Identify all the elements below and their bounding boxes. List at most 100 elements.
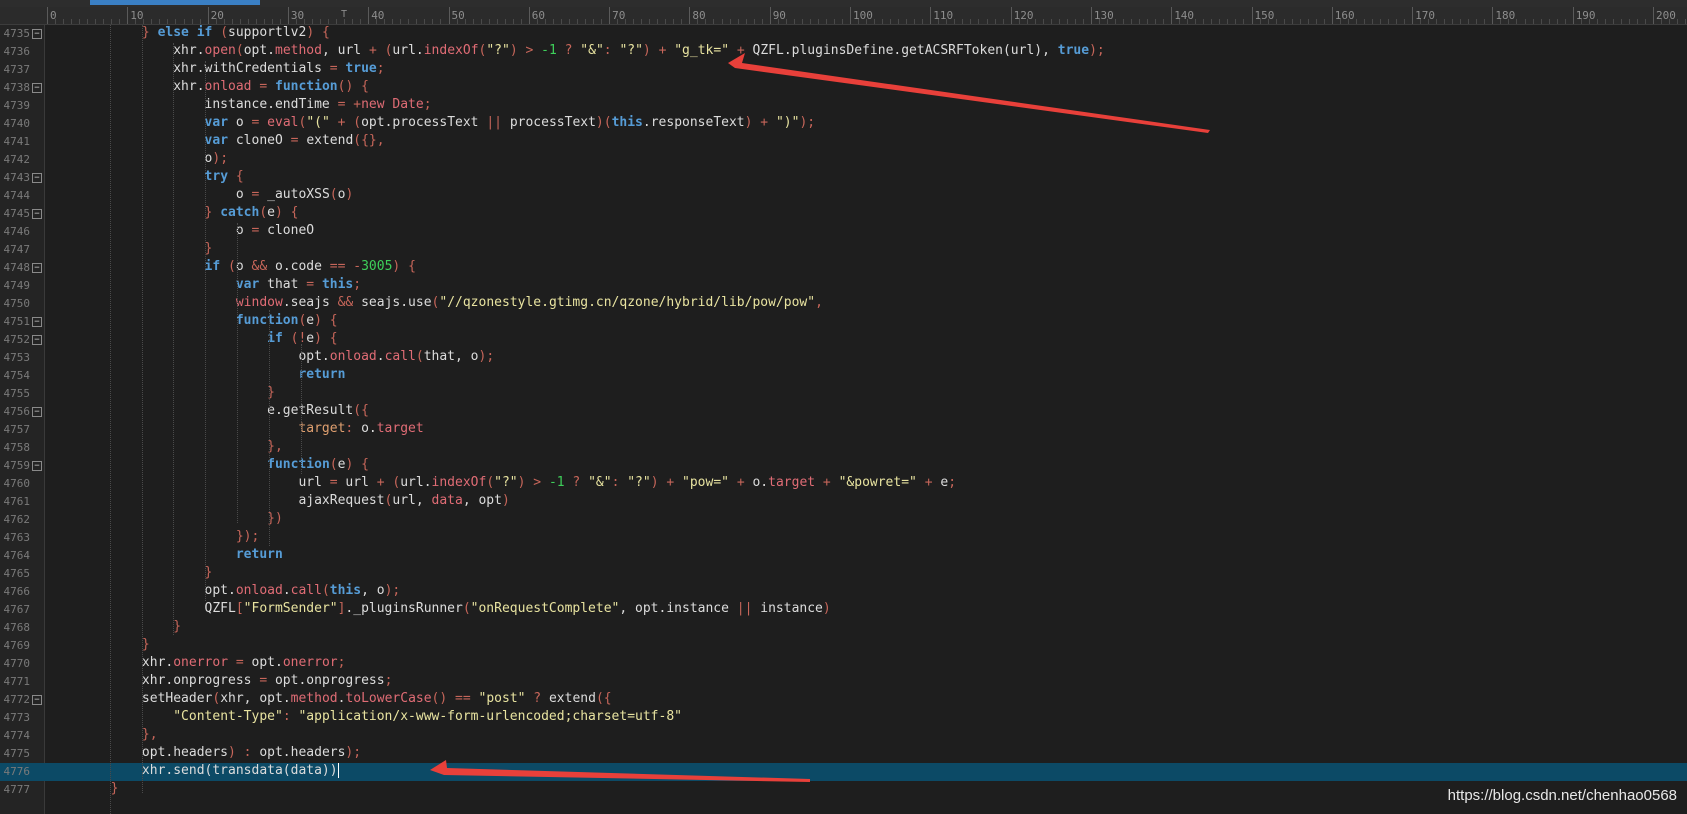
code-token: o (48, 223, 252, 238)
ruler-minor-tick (1147, 19, 1149, 24)
line-number: 4775 (3, 747, 31, 760)
code-line[interactable]: 4760 url = url + (url.indexOf("?") > -1 … (0, 475, 1687, 493)
code-line[interactable]: 4765 } (0, 565, 1687, 583)
code-line[interactable]: 4739 instance.endTime = +new Date; (0, 97, 1687, 115)
code-token: ; (353, 277, 362, 292)
code-line[interactable]: 4759− function(e) { (0, 457, 1687, 475)
code-line[interactable]: 4777 } (0, 781, 1687, 799)
code-line[interactable]: 4750 window.seajs && seajs.use("//qzones… (0, 295, 1687, 313)
line-number: 4749 (3, 279, 31, 292)
active-tab-indicator[interactable] (90, 0, 260, 5)
ruler-minor-tick (1307, 19, 1309, 24)
code-line[interactable]: 4769 } (0, 637, 1687, 655)
ruler-minor-tick (1524, 19, 1526, 24)
fold-toggle-icon[interactable]: − (32, 209, 42, 219)
code-line[interactable]: 4744 o = _autoXSS(o) (0, 187, 1687, 205)
code-line[interactable]: 4770 xhr.onerror = opt.onerror; (0, 655, 1687, 673)
ruler-minor-tick (657, 19, 659, 24)
fold-toggle-icon[interactable]: − (32, 407, 42, 417)
code-line[interactable]: 4757 target: o.target (0, 421, 1687, 439)
code-line[interactable]: 4762 }) (0, 511, 1687, 529)
code-token: indexOf (423, 43, 479, 58)
ruler-minor-tick (1299, 19, 1301, 24)
fold-toggle-icon[interactable]: − (32, 173, 42, 183)
fold-toggle-icon[interactable]: − (32, 695, 42, 705)
ruler-minor-tick (71, 19, 73, 24)
code-line[interactable]: 4772− setHeader(xhr, opt.method.toLowerC… (0, 691, 1687, 709)
code-line[interactable]: 4753 opt.onload.call(that, o); (0, 349, 1687, 367)
code-token: : (611, 475, 628, 490)
code-line[interactable]: 4763 }); (0, 529, 1687, 547)
ruler-minor-tick (1636, 19, 1638, 24)
code-line[interactable]: 4752− if (!e) { (0, 331, 1687, 349)
code-text: xhr.open(opt.method, url + (url.indexOf(… (48, 43, 1105, 58)
code-line[interactable]: 4774 }, (0, 727, 1687, 745)
code-line[interactable]: 4737 xhr.withCredentials = true; (0, 61, 1687, 79)
fold-toggle-icon[interactable]: − (32, 29, 42, 39)
code-line[interactable]: 4746 o = cloneO (0, 223, 1687, 241)
code-line[interactable]: 4764 return (0, 547, 1687, 565)
ruler-minor-tick (1114, 19, 1116, 24)
code-line[interactable]: 4740 var o = eval("(" + (opt.processText… (0, 115, 1687, 133)
fold-toggle-icon[interactable]: − (32, 83, 42, 93)
line-number: 4742 (3, 153, 31, 166)
code-line[interactable]: 4775 opt.headers) : opt.headers); (0, 745, 1687, 763)
code-line[interactable]: 4768 } (0, 619, 1687, 637)
ruler-minor-tick (898, 19, 900, 24)
code-token: = + (337, 97, 362, 112)
ruler-minor-tick (175, 19, 177, 24)
code-line[interactable]: 4771 xhr.onprogress = opt.onprogress; (0, 673, 1687, 691)
ruler-minor-tick (1018, 19, 1020, 24)
ruler-minor-tick (199, 19, 201, 24)
code-text: } (48, 241, 213, 256)
code-token: target (376, 421, 424, 436)
code-line[interactable]: 4747 } (0, 241, 1687, 259)
code-token: ")" (775, 115, 800, 130)
code-token: if (204, 259, 229, 274)
code-token: ( (259, 205, 268, 220)
line-number: 4763 (3, 531, 31, 544)
ruler-minor-tick (103, 19, 105, 24)
code-line[interactable]: 4743− try { (0, 169, 1687, 187)
code-line[interactable]: 4761 ajaxRequest(url, data, opt) (0, 493, 1687, 511)
fold-toggle-icon[interactable]: − (32, 461, 42, 471)
ruler-minor-tick (1661, 19, 1663, 24)
ruler-minor-tick (376, 19, 378, 24)
code-line[interactable]: 4745− } catch(e) { (0, 205, 1687, 223)
code-line[interactable]: 4756− e.getResult({ (0, 403, 1687, 421)
code-line[interactable]: 4754 return (0, 367, 1687, 385)
code-line[interactable]: 4766 opt.onload.call(this, o); (0, 583, 1687, 601)
code-line[interactable]: 4738− xhr.onload = function() { (0, 79, 1687, 97)
code-line[interactable]: 4741 var cloneO = extend({}, (0, 133, 1687, 151)
code-editor[interactable]: 4735− } else if (supportlv2) {4736 xhr.o… (0, 25, 1687, 799)
line-number: 4752 (3, 333, 31, 346)
fold-toggle-icon[interactable]: − (32, 263, 42, 273)
code-text: } (48, 565, 213, 580)
fold-toggle-icon[interactable]: − (32, 335, 42, 345)
code-line[interactable]: 4767 QZFL["FormSender"]._pluginsRunner("… (0, 601, 1687, 619)
code-line[interactable]: 4748− if (o && o.code == -3005) { (0, 259, 1687, 277)
line-number: 4759 (3, 459, 31, 472)
ruler-tick-label: 180 (1492, 7, 1515, 24)
line-number: 4741 (3, 135, 31, 148)
code-line[interactable]: 4736 xhr.open(opt.method, url + (url.ind… (0, 43, 1687, 61)
code-line[interactable]: 4751− function(e) { (0, 313, 1687, 331)
code-line-highlighted[interactable]: 4776 xhr.send(transdata(data)) (0, 763, 1687, 781)
code-line[interactable]: 4749 var that = this; (0, 277, 1687, 295)
ruler-minor-tick (1050, 19, 1052, 24)
code-line[interactable]: 4742 o); (0, 151, 1687, 169)
code-token: onload (235, 583, 283, 598)
fold-toggle-icon[interactable]: − (32, 317, 42, 327)
code-token: ); (345, 745, 362, 760)
ruler-minor-tick (1476, 19, 1478, 24)
code-line[interactable]: 4755 } (0, 385, 1687, 403)
code-token: || (486, 115, 510, 130)
ruler-minor-tick (713, 19, 715, 24)
code-token: ; (337, 655, 346, 670)
code-line[interactable]: 4735− } else if (supportlv2) { (0, 25, 1687, 43)
code-line[interactable]: 4758 }, (0, 439, 1687, 457)
code-line[interactable]: 4773 "Content-Type": "application/x-www-… (0, 709, 1687, 727)
line-number: 4738 (3, 81, 31, 94)
ruler-minor-tick (1484, 19, 1486, 24)
